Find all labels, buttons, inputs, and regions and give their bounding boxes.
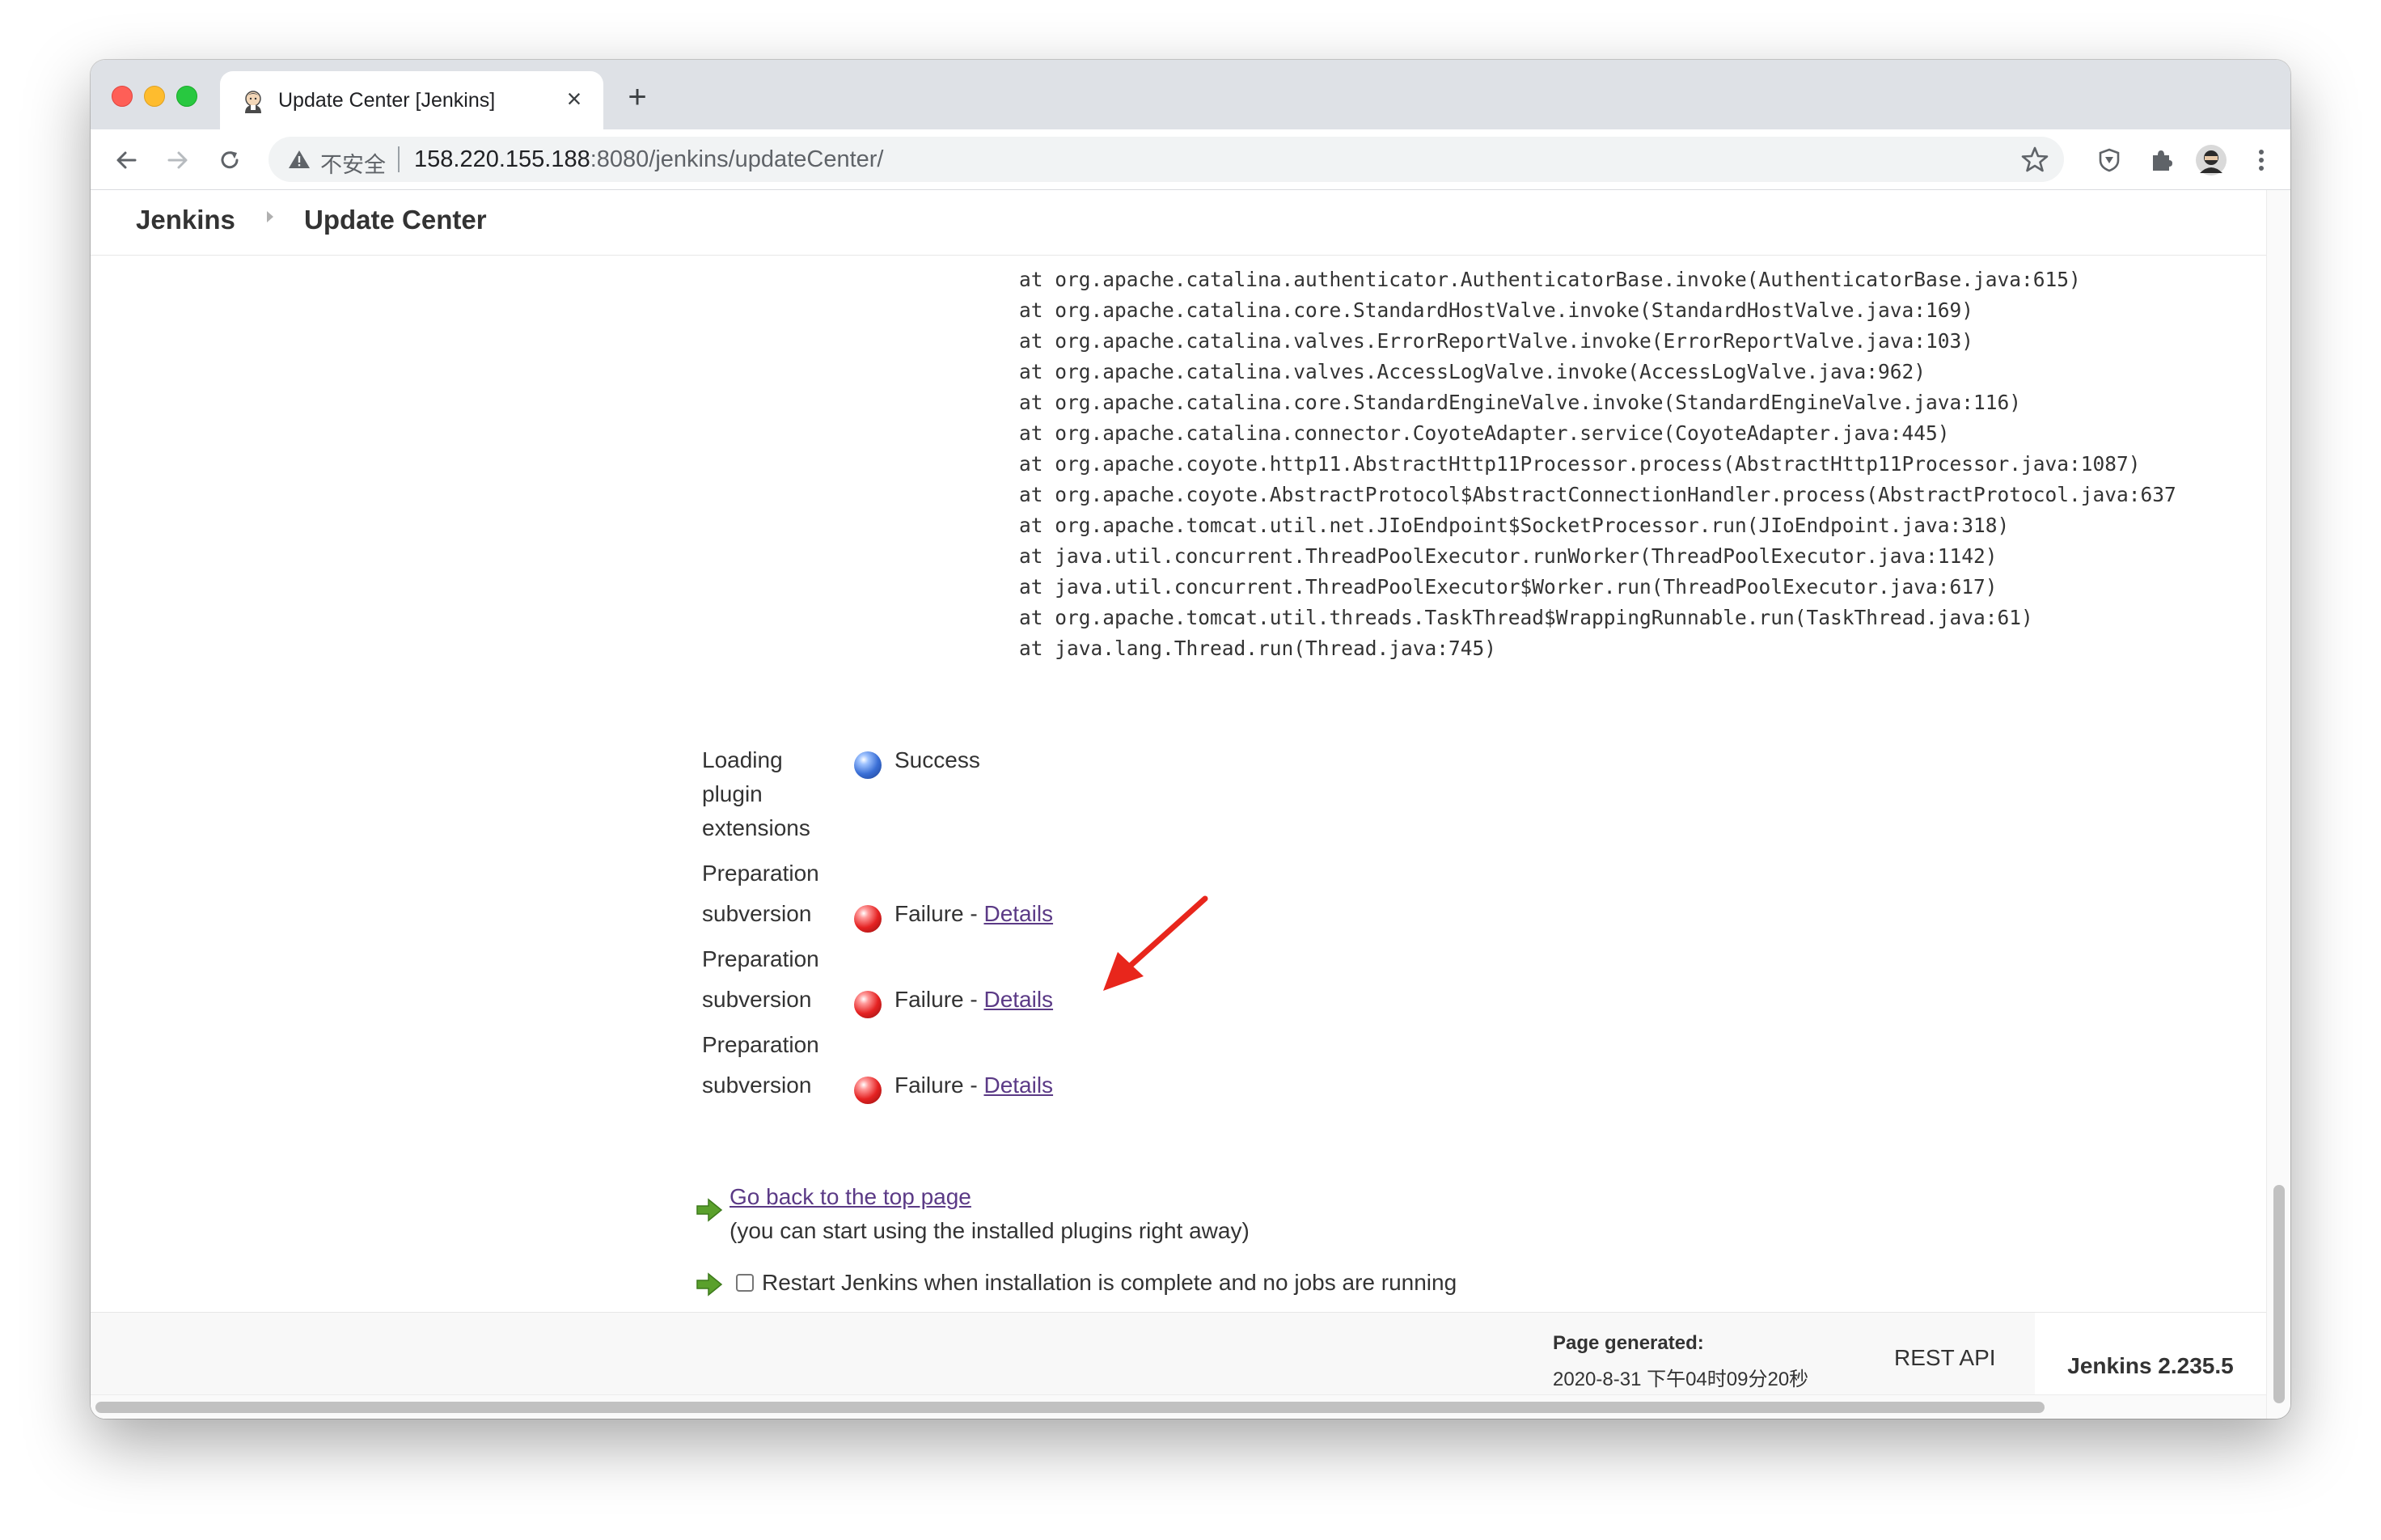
failure-text: Failure - [894,901,984,926]
failure-text: Failure - [894,1072,984,1098]
job-label-loading: Loading plugin extensions [702,743,810,845]
job-label-line: extensions [702,815,810,840]
breadcrumb-jenkins[interactable]: Jenkins [136,205,235,235]
back-icon[interactable] [108,142,144,178]
jenkins-favicon-icon [245,91,261,113]
puzzle-icon[interactable] [2143,142,2179,178]
address-bar[interactable]: 不安全 158.220.155.188:8080/jenkins/updateC… [269,137,2064,182]
page-content: Jenkins Update Center at org.apache.cata… [91,190,2266,1419]
vertical-scroll-thumb[interactable] [2273,1185,2285,1403]
url-text[interactable]: 158.220.155.188:8080/jenkins/updateCente… [414,146,883,173]
annotation-arrow-icon [1103,895,1208,991]
job-label-bottom: subversion [702,987,812,1012]
stack-trace: at org.apache.catalina.authenticator.Aut… [1019,268,2176,660]
job-status-failure: Failure - Details [894,983,1053,1017]
reload-icon[interactable] [212,142,247,178]
horizontal-scroll-thumb[interactable] [95,1402,2045,1413]
job-status-failure: Failure - Details [894,897,1053,931]
job-label-line: plugin [702,781,763,806]
failure-status-icon [854,905,882,933]
browser-toolbar: 不安全 158.220.155.188:8080/jenkins/updateC… [91,129,2290,190]
star-icon[interactable] [2020,145,2049,174]
browser-window: Update Center [Jenkins] × + 不安全 158.220.… [91,60,2290,1419]
job-label-bottom: subversion [702,901,812,926]
job-label-bottom: subversion [702,1072,812,1098]
url-path: :8080/jenkins/updateCenter/ [590,146,884,172]
failure-text: Failure - [894,987,984,1012]
failure-status-icon [854,991,882,1018]
vertical-scrollbar[interactable] [2266,190,2290,1419]
job-label-top: Preparation [702,861,819,886]
success-status-icon [854,751,882,779]
top-page-note: (you can start using the installed plugi… [730,1218,1250,1243]
menu-dots-icon[interactable] [2244,142,2279,178]
go-back-top-page-link[interactable]: Go back to the top page [730,1184,971,1209]
breadcrumb-update-center[interactable]: Update Center [304,205,487,235]
tab-update-center[interactable]: Update Center [Jenkins] × [220,71,603,129]
shield-extension-icon[interactable] [2091,142,2127,178]
rest-api-link[interactable]: REST API [1894,1345,1996,1371]
job-label-top: Preparation [702,1032,819,1057]
top-page-block: Go back to the top page (you can start u… [730,1180,1250,1248]
green-arrow-icon [696,1198,723,1222]
warning-icon[interactable] [288,149,311,170]
new-tab-button[interactable]: + [618,78,657,116]
job-status-failure: Failure - Details [894,1068,1053,1102]
maximize-window-button[interactable] [176,86,197,107]
close-tab-icon[interactable]: × [558,82,590,115]
tab-title: Update Center [Jenkins] [278,89,496,112]
forward-icon[interactable] [160,142,196,178]
close-window-button[interactable] [112,86,133,107]
tab-strip: Update Center [Jenkins] × + [91,60,2290,129]
restart-label[interactable]: Restart Jenkins when installation is com… [762,1266,1457,1300]
details-link[interactable]: Details [983,987,1053,1012]
address-separator [398,146,400,172]
page-generated-value: 2020-8-31 下午04时09分20秒 [1553,1369,1809,1390]
url-host: 158.220.155.188 [414,146,590,172]
green-arrow-icon [696,1272,723,1297]
job-status-success: Success [894,747,980,772]
details-link[interactable]: Details [983,901,1053,926]
job-label-top: Preparation [702,946,819,971]
details-link[interactable]: Details [983,1072,1053,1098]
restart-checkbox[interactable] [736,1274,754,1292]
breadcrumb-chevron-icon[interactable] [267,211,273,222]
minimize-window-button[interactable] [144,86,165,107]
failure-status-icon [854,1077,882,1104]
horizontal-scrollbar[interactable] [91,1394,2266,1419]
job-label-line: Loading [702,747,783,772]
profile-avatar[interactable] [2193,142,2229,178]
security-label[interactable]: 不安全 [320,147,386,179]
breadcrumb: Jenkins Update Center [91,190,2266,256]
page-generated-label: Page generated: [1553,1332,1704,1354]
